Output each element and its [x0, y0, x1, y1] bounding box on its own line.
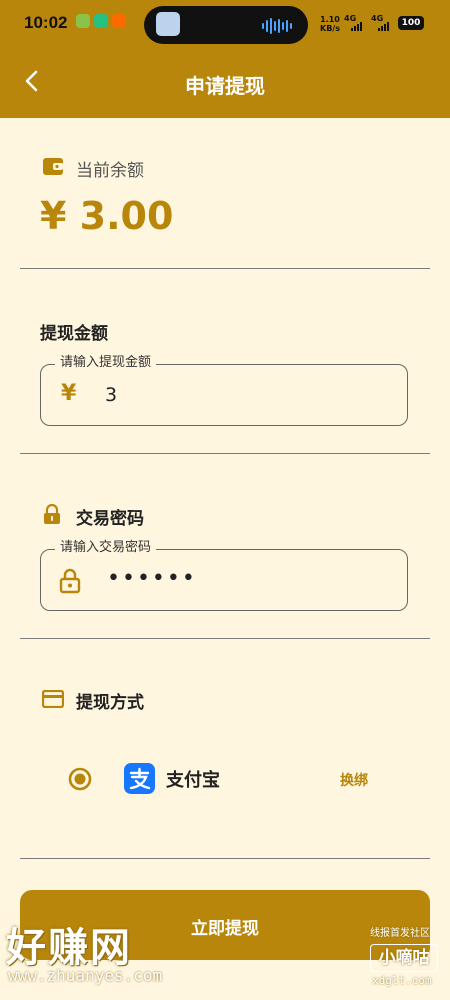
media-thumbnail	[156, 12, 180, 36]
network-speed: 1.10 KB/s	[320, 15, 340, 33]
app-notification-icon	[76, 14, 90, 28]
watermark-badge: 小嘀咕	[370, 944, 438, 972]
status-time: 10:02	[24, 13, 68, 32]
change-binding-link[interactable]: 换绑	[340, 770, 368, 790]
dynamic-island[interactable]	[144, 6, 308, 44]
amount-input-legend: 请输入提现金额	[55, 355, 157, 371]
divider	[20, 858, 430, 859]
card-icon	[41, 689, 65, 712]
currency-symbol: ¥	[61, 381, 77, 406]
nav-bar: 申请提现	[0, 48, 450, 118]
balance-amount: ¥ 3.00	[40, 194, 174, 238]
divider	[20, 638, 430, 639]
audio-wave-icon	[262, 18, 292, 34]
watermark-url: www.zhuanyes.com	[8, 966, 163, 985]
battery-indicator: 100	[398, 16, 424, 30]
watermark-caption: 线报首发社区	[370, 928, 430, 939]
password-section-title: 交易密码	[76, 509, 144, 529]
divider	[20, 268, 430, 269]
taobao-icon	[112, 14, 126, 28]
app-notification-icon	[94, 14, 108, 28]
amount-input-value[interactable]: 3	[105, 384, 117, 406]
method-section-title: 提现方式	[76, 693, 144, 713]
signal-icon	[378, 22, 389, 31]
watermark-logo: 好赚网	[6, 924, 132, 971]
status-bar: 10:02 1.10 KB/s 4G 4G 100	[0, 0, 450, 48]
radio-selected-icon[interactable]	[68, 767, 92, 795]
password-input-value[interactable]: ••••••	[107, 566, 197, 591]
signal-icon	[351, 22, 362, 31]
amount-section-title: 提现金额	[40, 324, 108, 344]
amount-input[interactable]: 请输入提现金额 ¥ 3	[40, 355, 408, 426]
payment-option-label: 支付宝	[166, 770, 220, 791]
lock-icon	[59, 568, 81, 598]
wallet-icon	[42, 156, 64, 180]
password-input[interactable]: 请输入交易密码 ••••••	[40, 540, 408, 611]
password-input-legend: 请输入交易密码	[55, 540, 157, 556]
divider	[20, 453, 430, 454]
watermark-url: xdglt.com	[372, 974, 432, 987]
balance-label: 当前余额	[76, 161, 144, 181]
page-title: 申请提现	[185, 74, 265, 98]
alipay-icon	[124, 763, 155, 798]
lock-icon	[42, 503, 62, 529]
